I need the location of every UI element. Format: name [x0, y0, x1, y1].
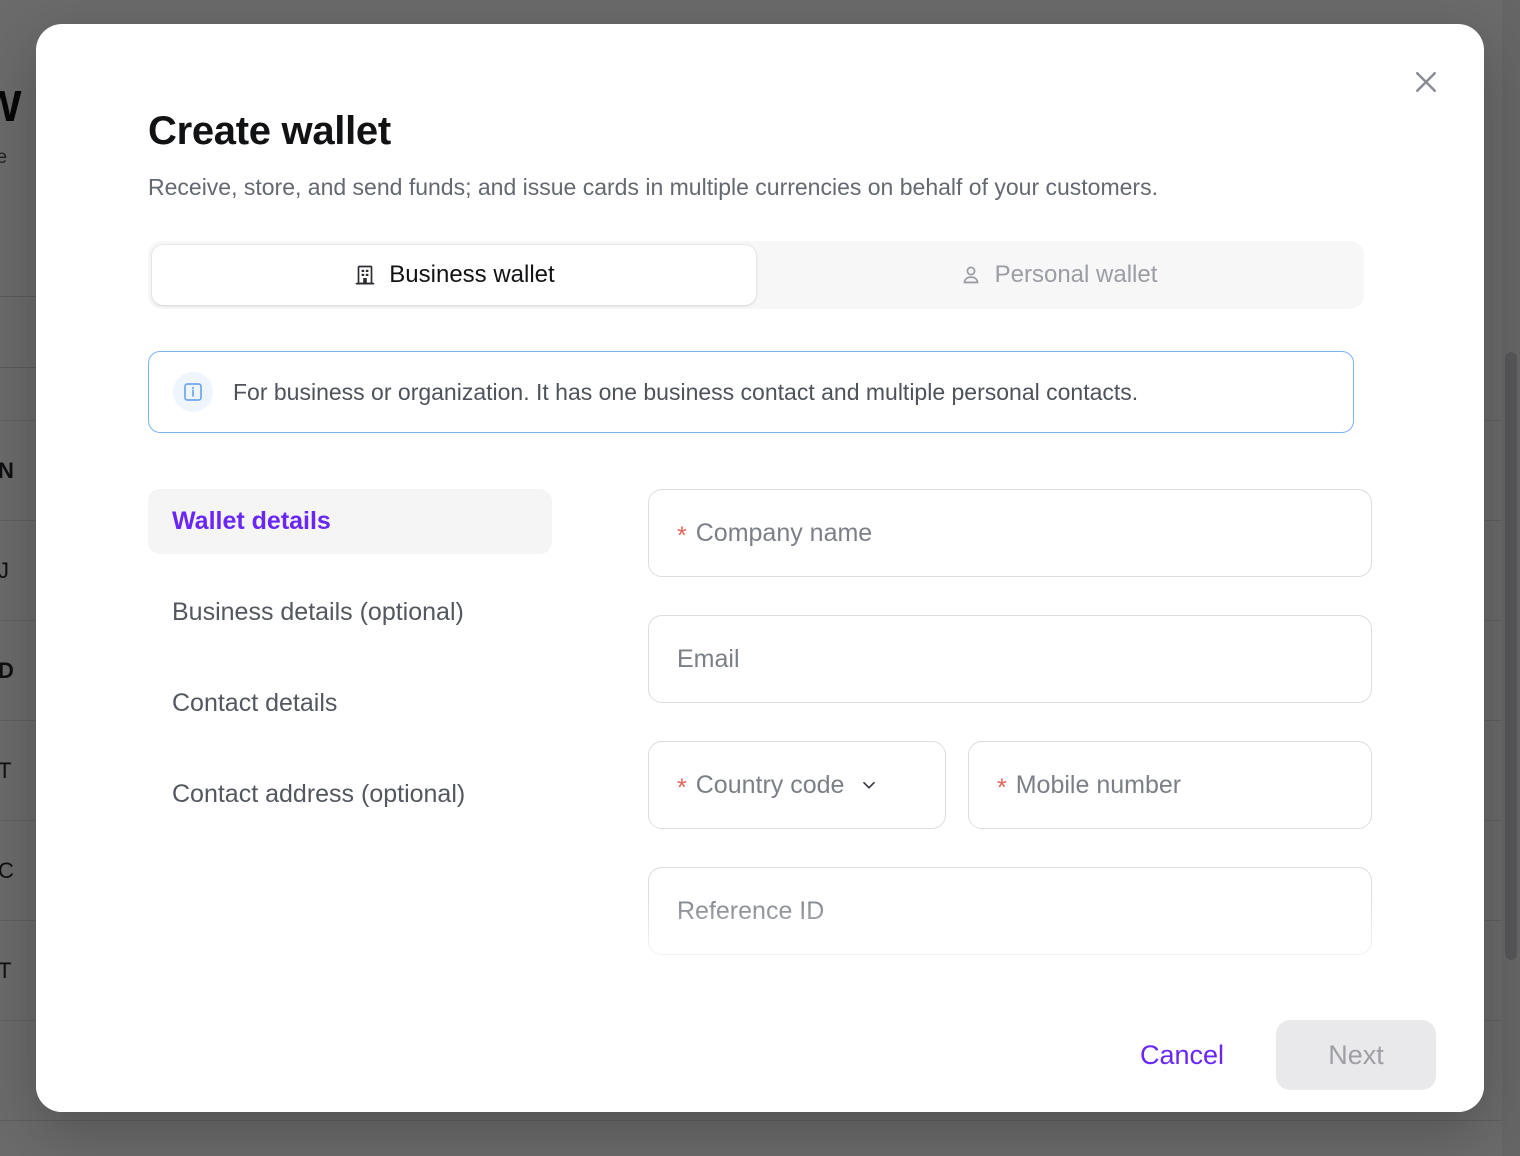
- sidebar-item-contact-address[interactable]: Contact address (optional): [148, 762, 552, 827]
- cancel-button[interactable]: Cancel: [1134, 1032, 1230, 1079]
- form-area: Wallet details Business details (optiona…: [148, 489, 1372, 955]
- sidebar-item-wallet-details[interactable]: Wallet details: [148, 489, 552, 554]
- tab-personal-wallet-label: Personal wallet: [995, 261, 1158, 289]
- mobile-number-placeholder: Mobile number: [1016, 771, 1181, 800]
- country-code-select[interactable]: * Country code: [648, 741, 946, 829]
- create-wallet-modal: Create wallet Receive, store, and send f…: [36, 24, 1484, 1112]
- required-marker: *: [677, 776, 687, 801]
- person-icon: [959, 263, 983, 287]
- sidebar-item-business-details[interactable]: Business details (optional): [148, 580, 552, 645]
- info-banner: For business or organization. It has one…: [148, 351, 1354, 433]
- modal-footer: Cancel Next: [36, 1012, 1484, 1112]
- email-field[interactable]: Email: [648, 615, 1372, 703]
- page-title: Create wallet: [148, 108, 1372, 154]
- mobile-number-field[interactable]: * Mobile number: [968, 741, 1372, 829]
- reference-id-placeholder: Reference ID: [677, 897, 824, 926]
- step-nav: Wallet details Business details (optiona…: [148, 489, 552, 955]
- tab-business-wallet-label: Business wallet: [389, 261, 554, 289]
- step-label: Contact address (optional): [172, 780, 465, 808]
- step-label: Business details (optional): [172, 598, 464, 626]
- wallet-type-tabs: Business wallet Personal wallet: [148, 241, 1364, 309]
- info-icon: [173, 372, 213, 412]
- phone-field-row: * Country code * Mobile number: [648, 741, 1372, 829]
- chevron-down-icon: [858, 774, 880, 796]
- required-marker: *: [997, 776, 1007, 801]
- tab-business-wallet[interactable]: Business wallet: [152, 245, 756, 305]
- email-placeholder: Email: [677, 645, 740, 674]
- tab-personal-wallet[interactable]: Personal wallet: [756, 245, 1360, 305]
- reference-id-field[interactable]: Reference ID: [648, 867, 1372, 955]
- company-name-field[interactable]: * Company name: [648, 489, 1372, 577]
- required-marker: *: [677, 524, 687, 549]
- fields-column: * Company name Email * Country code: [648, 489, 1372, 955]
- building-icon: [353, 263, 377, 287]
- modal-subtitle: Receive, store, and send funds; and issu…: [148, 172, 1372, 203]
- step-label: Contact details: [172, 689, 337, 717]
- next-button[interactable]: Next: [1276, 1020, 1436, 1090]
- step-label: Wallet details: [172, 507, 331, 535]
- company-name-placeholder: Company name: [696, 519, 872, 548]
- sidebar-item-contact-details[interactable]: Contact details: [148, 671, 552, 736]
- country-code-placeholder: Country code: [696, 771, 845, 800]
- info-banner-text: For business or organization. It has one…: [233, 379, 1138, 406]
- modal-scroll-body: Create wallet Receive, store, and send f…: [36, 24, 1484, 1012]
